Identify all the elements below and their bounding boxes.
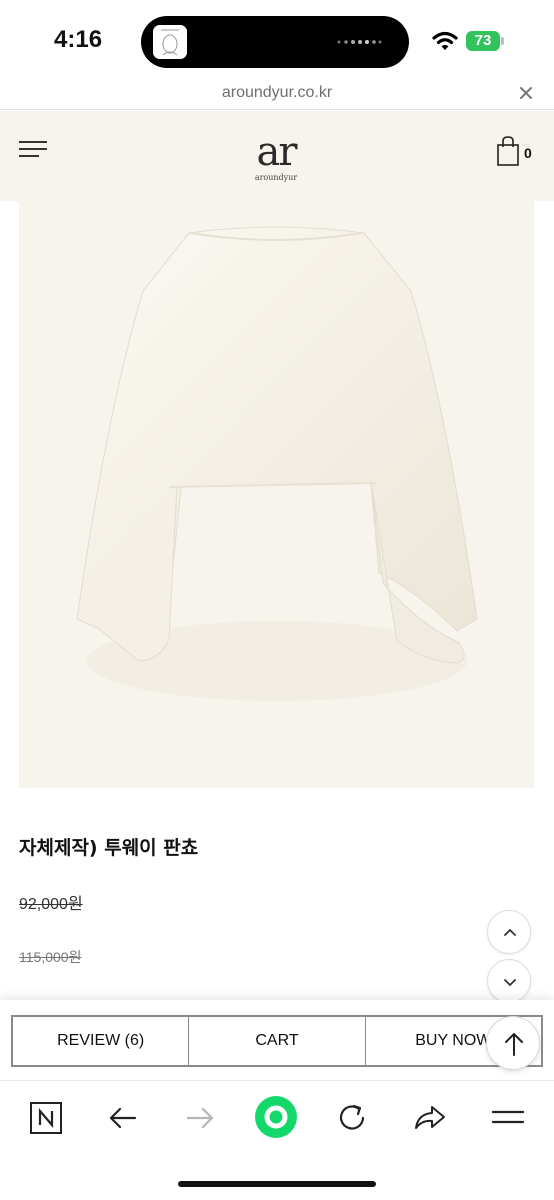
battery-cap bbox=[501, 37, 504, 45]
home-indicator bbox=[178, 1181, 376, 1187]
menu-more-icon[interactable] bbox=[488, 1097, 528, 1137]
chevron-down-icon bbox=[504, 979, 516, 986]
battery-level: 73 bbox=[466, 31, 500, 51]
forward-icon[interactable] bbox=[180, 1097, 220, 1137]
url-text[interactable]: aroundyur.co.kr bbox=[0, 84, 554, 102]
island-thumbnail-icon bbox=[153, 25, 187, 59]
share-icon[interactable] bbox=[410, 1097, 450, 1137]
refresh-icon[interactable] bbox=[333, 1097, 373, 1137]
site-logo[interactable]: ar aroundyur bbox=[226, 131, 326, 182]
logo-mark: ar bbox=[256, 129, 298, 175]
arrow-up-icon bbox=[505, 1033, 523, 1056]
action-bar: REVIEW (6) CART BUY NOW bbox=[0, 1000, 554, 1080]
green-dot-icon[interactable] bbox=[252, 1093, 300, 1141]
close-icon[interactable] bbox=[518, 85, 534, 101]
product-image[interactable] bbox=[19, 191, 534, 788]
menu-icon[interactable] bbox=[19, 141, 47, 163]
site-header: ar aroundyur 0 bbox=[0, 111, 554, 201]
product-title: 자체제작) 투웨이 판쵸 bbox=[19, 837, 199, 859]
action-buttons: REVIEW (6) CART BUY NOW bbox=[11, 1015, 543, 1067]
cart-count: 0 bbox=[524, 145, 532, 161]
scroll-down-button[interactable] bbox=[487, 959, 531, 1003]
scroll-up-button[interactable] bbox=[487, 910, 531, 954]
battery-indicator: 73 bbox=[466, 31, 506, 51]
cart-button[interactable]: CART bbox=[189, 1017, 366, 1065]
wifi-icon bbox=[432, 31, 458, 50]
back-icon[interactable] bbox=[103, 1097, 143, 1137]
clock: 4:16 bbox=[54, 26, 103, 53]
scroll-to-top-button[interactable] bbox=[486, 1016, 540, 1070]
chevron-up-icon bbox=[504, 929, 516, 936]
dynamic-island bbox=[141, 16, 409, 68]
island-activity-icon bbox=[337, 40, 382, 44]
web-content: ar aroundyur 0 자체제작) 투웨이 판쵸 92,000원 115,… bbox=[0, 111, 554, 1003]
url-bar[interactable]: aroundyur.co.kr bbox=[0, 82, 554, 110]
sale-price: 92,000원 bbox=[19, 896, 83, 913]
status-bar: 4:16 73 bbox=[0, 0, 554, 82]
original-price: 115,000원 bbox=[19, 949, 82, 965]
naver-home-icon[interactable] bbox=[26, 1097, 66, 1137]
review-button[interactable]: REVIEW (6) bbox=[13, 1017, 190, 1065]
shopping-bag-icon[interactable] bbox=[496, 135, 520, 167]
logo-text: aroundyur bbox=[254, 173, 298, 182]
